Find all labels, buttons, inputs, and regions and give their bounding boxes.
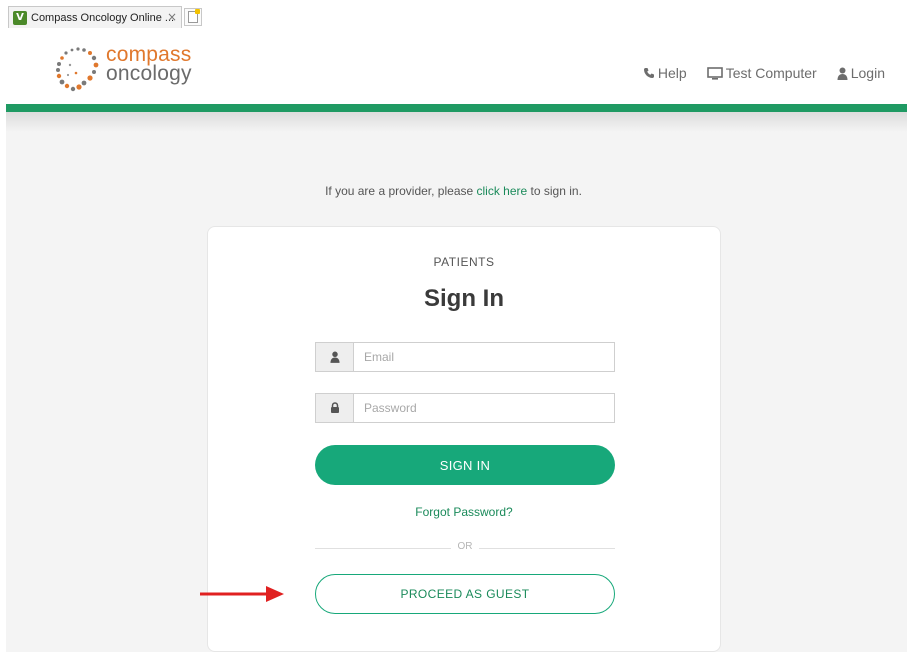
new-tab-icon	[188, 9, 200, 23]
proceed-as-guest-button[interactable]: PROCEED AS GUEST	[315, 574, 615, 614]
phone-icon	[643, 68, 654, 78]
provider-notice: If you are a provider, please click here…	[0, 184, 907, 198]
new-tab-button[interactable]	[184, 8, 202, 26]
vendor-favicon-icon: V	[13, 10, 27, 25]
browser-tabstrip: V Compass Oncology Online ... ×	[0, 0, 907, 28]
password-field	[315, 393, 615, 423]
provider-text-before: If you are a provider, please	[325, 184, 477, 198]
browser-tab[interactable]: V Compass Oncology Online ... ×	[8, 6, 182, 28]
close-tab-icon[interactable]: ×	[167, 10, 177, 24]
header-shadow	[6, 112, 907, 132]
or-divider: OR	[315, 541, 615, 555]
email-input[interactable]	[354, 343, 614, 371]
or-label: OR	[457, 541, 473, 552]
page-title: Sign In	[424, 285, 504, 312]
password-input[interactable]	[354, 394, 614, 422]
nav-test-computer-label: Test Computer	[725, 65, 817, 81]
logo-dots-icon	[56, 47, 99, 92]
user-icon	[837, 67, 848, 80]
tab-title: Compass Oncology Online ...	[31, 11, 175, 24]
nav-test-computer[interactable]: Test Computer	[706, 65, 817, 81]
provider-text-after: to sign in.	[527, 184, 582, 198]
red-arrow-icon	[200, 586, 284, 602]
logo-wordmark: compass oncology	[106, 44, 192, 85]
lock-icon	[330, 402, 339, 413]
header-accent-bar	[6, 104, 907, 112]
header-nav: Help Test Computer Login	[643, 65, 885, 81]
monitor-icon	[706, 66, 723, 80]
compass-oncology-logo[interactable]: compass oncology	[54, 43, 204, 95]
sign-in-card: PATIENTS Sign In SIGN IN Forgot Password…	[207, 226, 721, 652]
nav-help[interactable]: Help	[643, 65, 687, 81]
forgot-password-link[interactable]: Forgot Password?	[208, 505, 720, 519]
password-addon	[316, 394, 354, 422]
logo-line-oncology: oncology	[106, 62, 192, 85]
user-icon	[329, 351, 340, 363]
nav-login[interactable]: Login	[837, 65, 885, 81]
or-divider-line-right	[479, 548, 615, 549]
email-field	[315, 342, 615, 372]
sign-in-button[interactable]: SIGN IN	[315, 445, 615, 485]
site-header: compass oncology Help Test Computer Logi…	[6, 28, 907, 104]
nav-help-label: Help	[657, 65, 687, 81]
nav-login-label: Login	[850, 65, 885, 81]
card-eyebrow: PATIENTS	[433, 255, 495, 269]
provider-click-here-link[interactable]: click here	[477, 184, 528, 198]
email-addon	[316, 343, 354, 371]
